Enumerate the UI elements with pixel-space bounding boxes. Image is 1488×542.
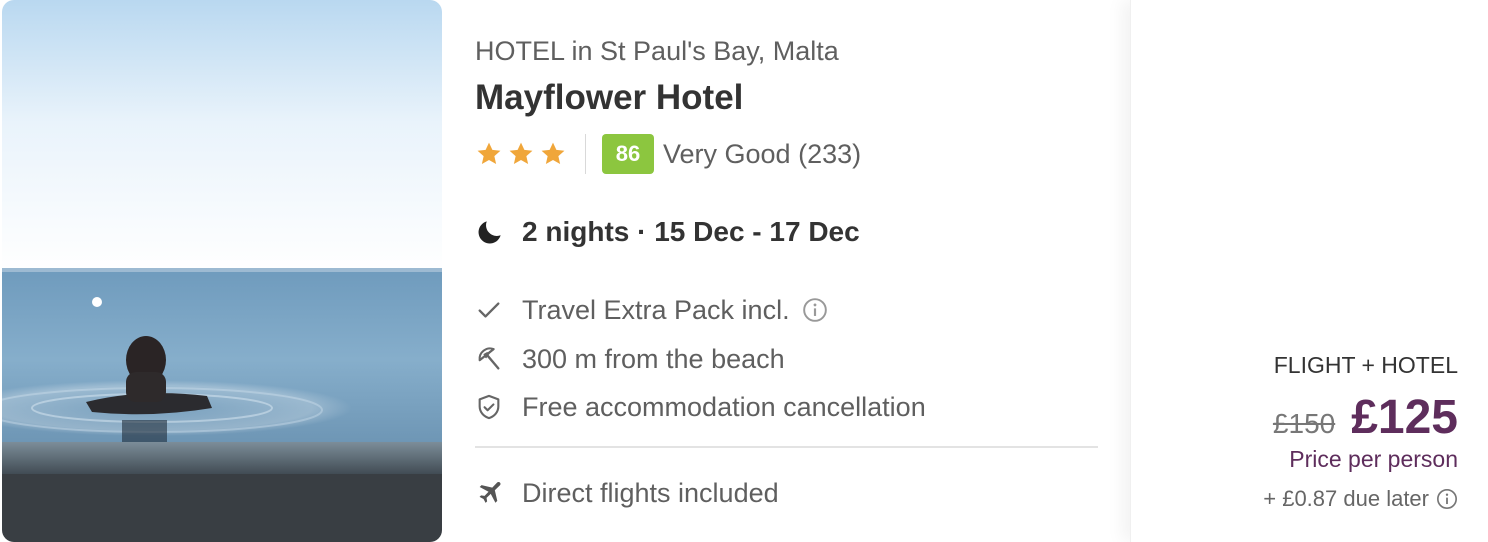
info-icon[interactable] — [1436, 488, 1458, 510]
feature-free-cancellation: Free accommodation cancellation — [475, 389, 926, 425]
beach-umbrella-icon — [475, 345, 503, 373]
rating-row: 86 Very Good (233) — [475, 134, 861, 174]
airplane-icon — [475, 479, 503, 507]
original-price: £150 — [1272, 408, 1336, 439]
star-icon — [509, 142, 533, 165]
due-later-text: + £0.87 due later — [1263, 486, 1429, 511]
info-icon[interactable] — [802, 297, 828, 323]
price-per-person-label: Price per person — [1289, 446, 1458, 472]
hotel-name[interactable]: Mayflower Hotel — [475, 78, 743, 118]
feature-text: 300 m from the beach — [522, 343, 785, 374]
package-type-label: FLIGHT + HOTEL — [1273, 352, 1458, 378]
star-icon — [477, 142, 501, 165]
hotel-details: HOTEL in St Paul's Bay, Malta Mayflower … — [475, 0, 1100, 542]
hotel-photo-image — [2, 0, 442, 542]
feature-text: Direct flights included — [522, 477, 779, 508]
section-divider — [475, 446, 1098, 448]
current-price[interactable]: £125 — [1351, 390, 1458, 445]
feature-beach-distance: 300 m from the beach — [475, 341, 785, 377]
star-rating — [475, 140, 567, 168]
rating-divider — [585, 134, 586, 174]
review-score-badge[interactable]: 86 — [602, 134, 654, 174]
hotel-location: HOTEL in St Paul's Bay, Malta — [475, 36, 839, 66]
price-panel[interactable]: FLIGHT + HOTEL £150 £125 Price per perso… — [1130, 0, 1488, 542]
feature-travel-extra-pack: Travel Extra Pack incl. — [475, 292, 828, 328]
stay-dates-text: 2 nights · 15 Dec - 17 Dec — [522, 216, 860, 247]
hotel-result-card[interactable]: HOTEL in St Paul's Bay, Malta Mayflower … — [0, 0, 1488, 542]
hotel-photo[interactable] — [2, 0, 442, 542]
moon-icon — [478, 221, 501, 244]
feature-direct-flights: Direct flights included — [475, 475, 779, 511]
price-row: £150 £125 — [1273, 390, 1458, 445]
stay-dates: 2 nights · 15 Dec - 17 Dec — [475, 212, 860, 252]
check-icon — [475, 296, 503, 324]
review-score-label[interactable]: Very Good (233) — [663, 139, 861, 170]
feature-text: Free accommodation cancellation — [522, 391, 926, 422]
shield-check-icon — [475, 393, 503, 421]
due-later-fee: + £0.87 due later — [1263, 486, 1458, 512]
star-icon — [541, 142, 565, 165]
feature-text: Travel Extra Pack incl. — [522, 294, 790, 325]
